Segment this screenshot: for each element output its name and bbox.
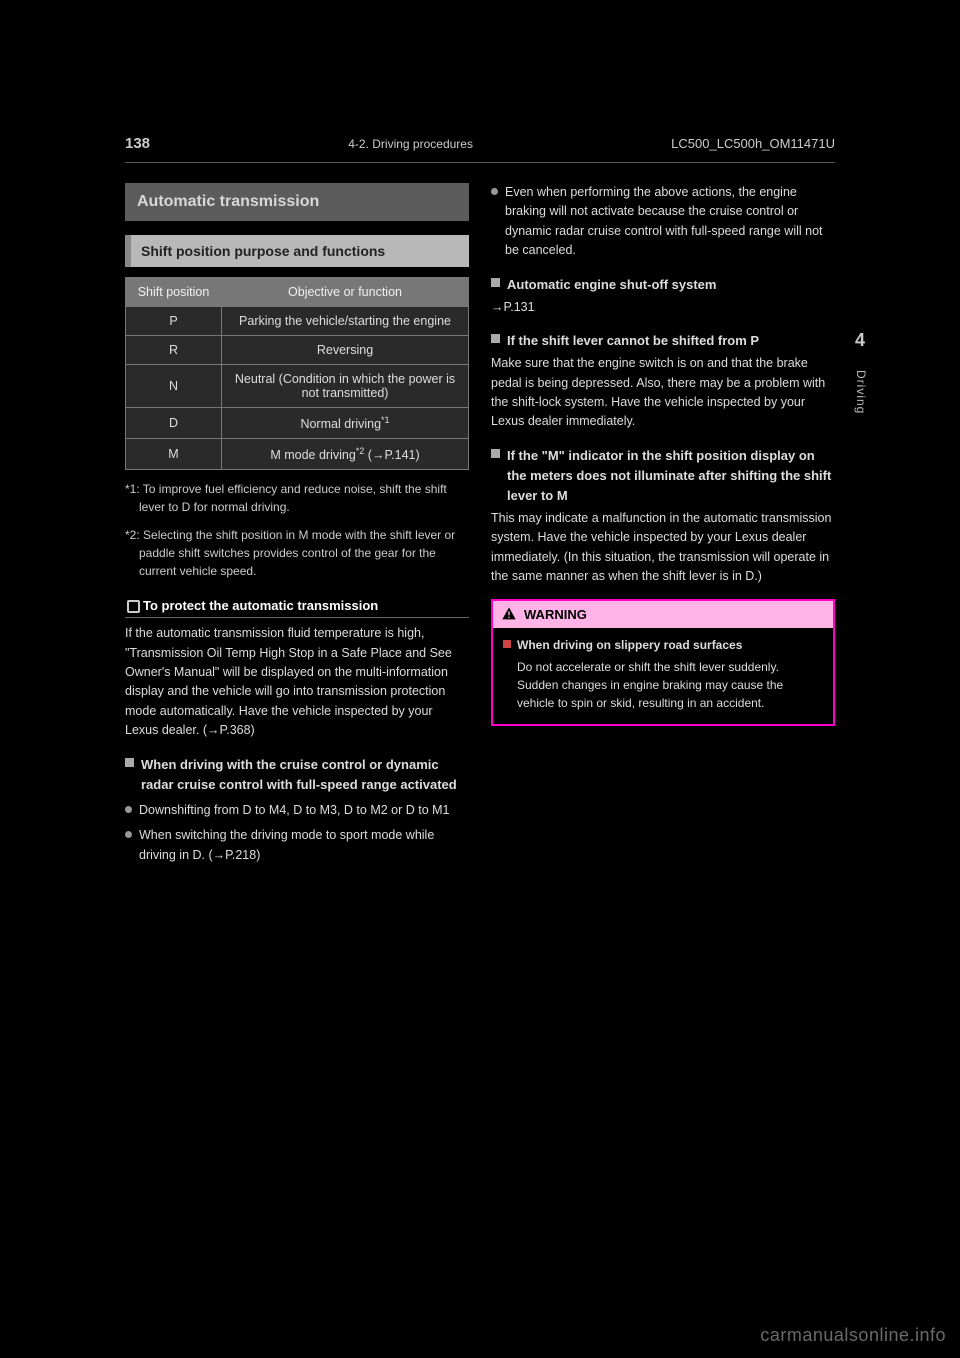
cell-desc: Normal driving*1 [222,408,469,439]
note-block: If the "M" indicator in the shift positi… [491,446,835,587]
warning-box: WARNING When driving on slippery road su… [491,599,835,727]
left-column: Automatic transmission Shift position pu… [125,183,469,865]
cell-pos: P [126,307,222,336]
cell-desc: Parking the vehicle/starting the engine [222,307,469,336]
table-row: P Parking the vehicle/starting the engin… [126,307,469,336]
note-heading: When driving with the cruise control or … [125,755,469,795]
warning-heading: When driving on slippery road surfaces [503,636,823,654]
col-shift: Shift position [126,278,222,307]
cell-desc: M mode driving*2 (→P.141) [222,439,469,470]
page-ref: (→P.141) [364,448,419,462]
note-block: When driving with the cruise control or … [125,755,469,865]
page-header: 138 4-2. Driving procedures LC500_LC500h… [125,135,835,163]
cell-pos: N [126,365,222,408]
warning-text: Do not accelerate or shift the shift lev… [503,658,823,712]
warning-body: When driving on slippery road surfaces D… [493,628,833,724]
desc-text: Normal driving [300,417,381,431]
cell-pos: R [126,336,222,365]
chapter-number-tab: 4 [855,330,865,351]
section-crumb: 4-2. Driving procedures [348,137,473,151]
right-column: Even when performing the above actions, … [491,183,835,865]
two-column-layout: Automatic transmission Shift position pu… [125,183,835,865]
cell-desc: Neutral (Condition in which the power is… [222,365,469,408]
desc-text: M mode driving [270,448,355,462]
table-header-row: Shift position Objective or function [126,278,469,307]
footnote-marker: *1 [381,415,390,425]
shift-position-table: Shift position Objective or function P P… [125,277,469,470]
body-paragraph: If the automatic transmission fluid temp… [125,624,469,740]
table-row: D Normal driving*1 [126,408,469,439]
warning-header: WARNING [493,601,833,629]
note-body: This may indicate a malfunction in the a… [491,509,835,587]
note-body: →P.131 [491,298,835,317]
bullet-item: When switching the driving mode to sport… [125,826,469,865]
warning-label: WARNING [524,605,587,625]
watermark-text: carmanualsonline.info [760,1325,946,1346]
note-body: Make sure that the engine switch is on a… [491,354,835,432]
table-row: M M mode driving*2 (→P.141) [126,439,469,470]
warning-triangle-icon [501,606,517,622]
model-code: LC500_LC500h_OM11471U [671,136,835,151]
subheading: Shift position purpose and functions [125,235,469,267]
bullet-item: Even when performing the above actions, … [491,183,835,261]
page-content: 138 4-2. Driving procedures LC500_LC500h… [125,135,835,865]
note-heading: Automatic engine shut-off system [491,275,835,295]
note-block: Automatic engine shut-off system →P.131 [491,275,835,318]
cell-desc: Reversing [222,336,469,365]
cell-pos: D [126,408,222,439]
note-heading: If the "M" indicator in the shift positi… [491,446,835,506]
note-block: If the shift lever cannot be shifted fro… [491,331,835,432]
section-title: To protect the automatic transmission [125,594,469,618]
cell-pos: M [126,439,222,470]
note-heading: If the shift lever cannot be shifted fro… [491,331,835,351]
bullet-item: Downshifting from D to M4, D to M3, D to… [125,801,469,820]
topic-heading: Automatic transmission [125,183,469,221]
footnote-2: *2: Selecting the shift position in M mo… [125,526,469,580]
chapter-label-tab: Driving [854,370,868,414]
page-number: 138 [125,135,150,152]
table-row: R Reversing [126,336,469,365]
footnote-1: *1: To improve fuel efficiency and reduc… [125,480,469,516]
col-function: Objective or function [222,278,469,307]
table-row: N Neutral (Condition in which the power … [126,365,469,408]
